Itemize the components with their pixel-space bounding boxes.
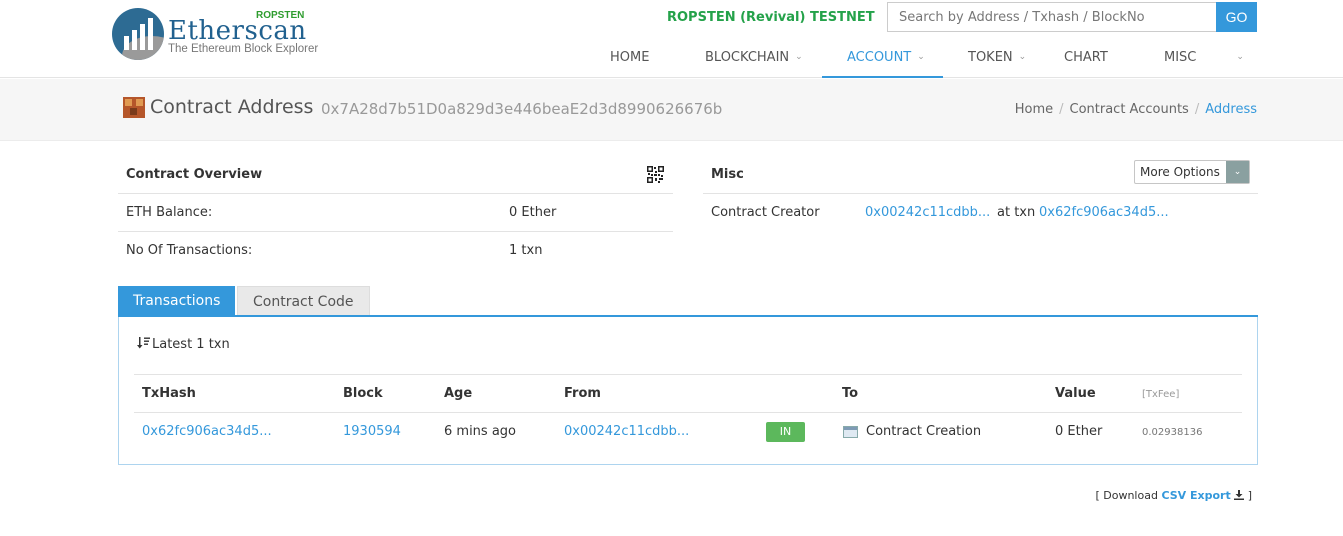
nav-blockchain[interactable]: BLOCKCHAIN ⌄ xyxy=(705,40,803,78)
at-txn-label: at txn xyxy=(997,205,1036,220)
download-prefix: [ Download xyxy=(1095,489,1158,502)
latest-txn-text: Latest 1 txn xyxy=(152,337,230,352)
divider xyxy=(118,193,673,194)
sort-icon xyxy=(137,337,150,349)
col-value: Value xyxy=(1055,386,1096,401)
download-icon[interactable] xyxy=(1234,490,1245,500)
nav-chart[interactable]: CHART xyxy=(1064,40,1108,78)
go-button[interactable]: GO xyxy=(1216,2,1257,32)
download-suffix: ] xyxy=(1247,489,1252,502)
breadcrumb: Home / Contract Accounts / Address xyxy=(1014,102,1257,117)
nav-blockchain-label: BLOCKCHAIN xyxy=(705,50,790,65)
nav-misc[interactable]: MISC ⌄ xyxy=(1164,40,1244,78)
overview-title: Contract Overview xyxy=(126,167,263,182)
nav-home-label: HOME xyxy=(610,50,650,65)
txn-count-value: 1 txn xyxy=(509,243,543,258)
latest-txn-summary: Latest 1 txn xyxy=(137,336,230,352)
divider xyxy=(134,412,1242,413)
creator-address-link[interactable]: 0x00242c11cdbb... xyxy=(865,205,990,220)
csv-export-link[interactable]: CSV Export xyxy=(1161,489,1230,502)
row-txhash-link[interactable]: 0x62fc906ac34d5... xyxy=(142,424,272,439)
row-value: 0 Ether xyxy=(1055,424,1103,439)
chevron-down-icon: ⌄ xyxy=(1236,52,1244,62)
misc-title: Misc xyxy=(711,167,744,182)
direction-badge: IN xyxy=(766,422,805,442)
chevron-down-icon: ⌄ xyxy=(1018,52,1027,62)
logo-icon xyxy=(112,8,164,60)
row-txfee: 0.02938136 xyxy=(1142,427,1203,438)
divider xyxy=(703,193,1258,194)
eth-balance-value: 0 Ether xyxy=(509,205,557,220)
col-txhash: TxHash xyxy=(142,386,196,401)
logo-wordmark: Etherscan xyxy=(168,16,307,46)
breadcrumb-contract-accounts[interactable]: Contract Accounts xyxy=(1070,102,1189,117)
logo-tagline: The Ethereum Block Explorer xyxy=(168,43,319,55)
row-to: Contract Creation xyxy=(866,424,982,439)
more-options-label: More Options xyxy=(1140,165,1220,179)
row-age: 6 mins ago xyxy=(444,424,516,439)
nav-token[interactable]: TOKEN ⌄ xyxy=(968,40,1026,78)
breadcrumb-address[interactable]: Address xyxy=(1205,102,1257,117)
nav-misc-label: MISC xyxy=(1164,50,1197,65)
tab-transactions[interactable]: Transactions xyxy=(118,286,236,316)
contract-creator-label: Contract Creator xyxy=(711,205,820,220)
csv-download: [ Download CSV Export ] xyxy=(1095,489,1252,502)
contract-identicon-icon xyxy=(123,97,145,118)
chevron-down-icon: ⌄ xyxy=(1226,161,1249,183)
site-header: ROPSTEN Etherscan The Ethereum Block Exp… xyxy=(0,0,1343,78)
chevron-down-icon: ⌄ xyxy=(795,52,803,62)
nav-account-label: ACCOUNT xyxy=(847,50,912,65)
tab-contract-code[interactable]: Contract Code xyxy=(237,286,370,316)
nav-token-label: TOKEN xyxy=(968,50,1013,65)
contract-creation-icon xyxy=(843,426,858,438)
nav-account[interactable]: ACCOUNT ⌄ xyxy=(822,40,943,78)
page-title: Contract Address xyxy=(150,96,314,118)
nav-home[interactable]: HOME xyxy=(610,40,649,78)
row-block-link[interactable]: 1930594 xyxy=(343,424,401,439)
etherscan-logo[interactable]: ROPSTEN Etherscan The Ethereum Block Exp… xyxy=(112,8,322,64)
more-options-button[interactable]: More Options ⌄ xyxy=(1134,160,1250,184)
testnet-label: ROPSTEN (Revival) TESTNET xyxy=(667,10,875,25)
nav-chart-label: CHART xyxy=(1064,50,1108,65)
breadcrumb-home[interactable]: Home xyxy=(1015,102,1053,117)
col-to: To xyxy=(842,386,859,401)
col-age: Age xyxy=(444,386,473,401)
col-block: Block xyxy=(343,386,383,401)
search-input[interactable] xyxy=(887,2,1217,32)
chevron-down-icon: ⌄ xyxy=(917,52,925,62)
eth-balance-label: ETH Balance: xyxy=(126,205,213,220)
divider xyxy=(118,231,673,232)
contract-address: 0x7A28d7b51D0a829d3e446beaE2d3d899062667… xyxy=(321,100,723,118)
qr-code-icon[interactable] xyxy=(647,166,664,183)
txn-count-label: No Of Transactions: xyxy=(126,243,253,258)
divider xyxy=(134,374,1242,375)
col-txfee: [TxFee] xyxy=(1142,389,1180,400)
row-from-link[interactable]: 0x00242c11cdbb... xyxy=(564,424,689,439)
creator-txn-link[interactable]: 0x62fc906ac34d5... xyxy=(1039,205,1169,220)
col-from: From xyxy=(564,386,601,401)
